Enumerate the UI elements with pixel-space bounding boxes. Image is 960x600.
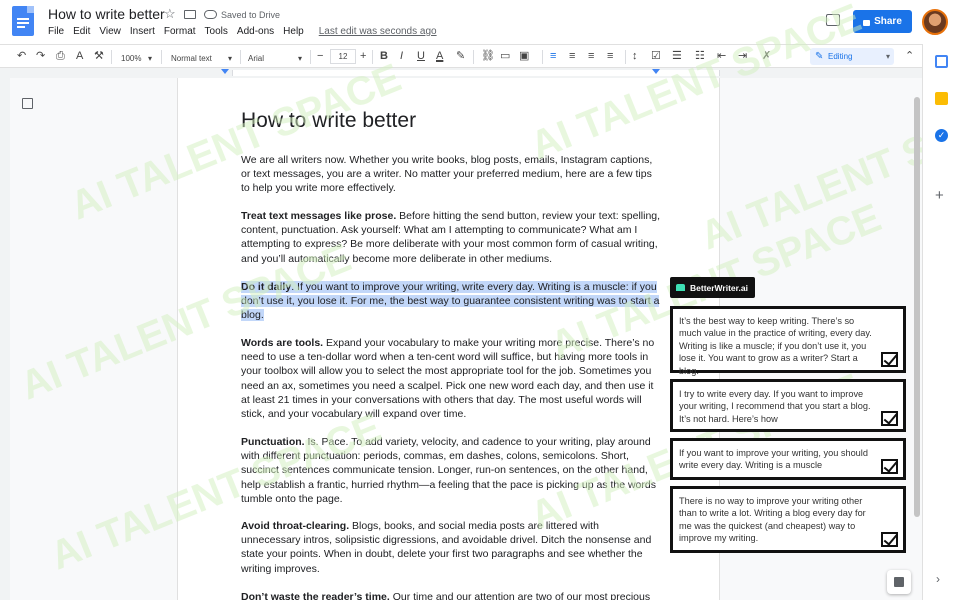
lock-icon <box>863 19 871 26</box>
suggestion-card[interactable]: If you want to improve your writing, you… <box>670 438 906 480</box>
page-title: How to write better <box>241 109 417 132</box>
increase-indent-icon[interactable]: ⇥ <box>738 50 747 63</box>
accept-suggestion-checkbox[interactable] <box>881 411 898 426</box>
menu-tools[interactable]: Tools <box>205 26 228 37</box>
menu-file[interactable]: File <box>48 26 64 37</box>
style-select[interactable]: Normal text <box>171 52 212 65</box>
line-spacing-icon[interactable]: ↕ <box>632 50 638 63</box>
insert-image-icon[interactable]: ▣ <box>519 50 529 63</box>
justify-icon[interactable]: ≡ <box>607 50 613 63</box>
vertical-ruler <box>0 78 10 600</box>
suggestion-text: There is no way to improve your writing … <box>679 496 866 544</box>
align-left-icon[interactable]: ≡ <box>550 50 556 63</box>
menu-help[interactable]: Help <box>283 26 304 37</box>
italic-icon[interactable]: I <box>400 50 403 63</box>
menu-format[interactable]: Format <box>164 26 196 37</box>
insert-comment-icon[interactable]: ▭ <box>500 50 510 63</box>
suggestion-card[interactable]: It’s the best way to keep writing. There… <box>670 306 906 376</box>
decrease-indent-icon[interactable]: ⇤ <box>717 50 726 63</box>
text-color-icon[interactable]: A <box>436 50 443 63</box>
underline-icon[interactable]: U <box>417 50 425 63</box>
suggestion-text: I try to write every day. If you want to… <box>679 389 871 424</box>
cloud-status-icon[interactable] <box>204 10 217 19</box>
suggestion-text: It’s the best way to keep writing. There… <box>679 316 872 376</box>
highlight-icon[interactable]: ✎ <box>456 50 465 63</box>
side-panel <box>922 44 960 600</box>
menu-bar: File Edit View Insert Format Tools Add-o… <box>48 26 446 37</box>
avatar[interactable] <box>922 9 948 35</box>
spellcheck-icon[interactable]: A <box>76 50 83 63</box>
comment-history-icon[interactable] <box>826 14 840 26</box>
accept-suggestion-checkbox[interactable] <box>881 459 898 474</box>
docs-logo-icon[interactable] <box>12 6 34 36</box>
paragraph-throat-clearing: Avoid throat-clearing. Blogs, books, and… <box>241 520 652 575</box>
saved-status: Saved to Drive <box>221 10 281 20</box>
editing-mode-select[interactable]: Editing <box>810 48 894 65</box>
link-icon[interactable]: ⛓ <box>481 50 495 63</box>
checklist-icon[interactable]: ☑ <box>651 50 661 63</box>
get-addons-icon[interactable]: + <box>935 187 944 204</box>
suggestion-card[interactable]: I try to write every day. If you want to… <box>670 379 906 432</box>
right-indent-marker[interactable] <box>652 69 660 74</box>
style-chevron-icon[interactable]: ▾ <box>228 52 232 65</box>
chevron-right-icon[interactable]: › <box>936 572 940 586</box>
paragraph-intro: We are all writers now. Whether you writ… <box>241 154 653 195</box>
font-select[interactable]: Arial <box>248 52 264 65</box>
increase-font-icon[interactable]: + <box>360 50 366 63</box>
menu-insert[interactable]: Insert <box>130 26 155 37</box>
star-icon[interactable]: ☆ <box>164 6 176 22</box>
paragraph-readers-time: Don’t waste the reader’s time. Our time … <box>241 591 651 600</box>
align-center-icon[interactable]: ≡ <box>569 50 575 63</box>
suggestion-card[interactable]: There is no way to improve your writing … <box>670 486 906 553</box>
explore-button[interactable] <box>887 570 911 594</box>
accept-suggestion-checkbox[interactable] <box>881 532 898 547</box>
document-title[interactable]: How to write better <box>48 6 165 22</box>
suggestion-text: If you want to improve your writing, you… <box>679 448 868 471</box>
numbered-list-icon[interactable]: ☷ <box>695 50 705 63</box>
paragraph-punctuation: Punctuation. Is. Pace. To add variety, v… <box>241 436 656 505</box>
font-chevron-icon[interactable]: ▾ <box>298 52 302 65</box>
collapse-toolbar-icon[interactable]: ⌃ <box>905 50 914 63</box>
title-bar: How to write better ☆ Saved to Drive Fil… <box>0 0 960 44</box>
ruler-page-area <box>232 70 720 76</box>
bullet-list-icon[interactable]: ☰ <box>672 50 682 63</box>
betterwriter-header: BetterWriter.ai <box>670 277 755 298</box>
undo-icon[interactable]: ↶ <box>17 50 26 63</box>
keep-icon[interactable] <box>935 92 948 105</box>
move-folder-icon[interactable] <box>184 10 196 19</box>
betterwriter-logo-icon <box>676 284 685 291</box>
zoom-chevron-icon[interactable]: ▾ <box>148 52 152 65</box>
betterwriter-title: BetterWriter.ai <box>690 282 748 293</box>
ruler <box>0 68 922 78</box>
print-icon[interactable]: ⎙ <box>56 50 65 63</box>
font-size-input[interactable]: 12 <box>330 49 356 64</box>
bold-icon[interactable]: B <box>380 50 388 63</box>
paragraph-do-it-daily: Do it daily. If you want to improve your… <box>241 281 660 322</box>
menu-edit[interactable]: Edit <box>73 26 90 37</box>
paint-format-icon[interactable]: ⚒ <box>94 50 104 63</box>
document-outline-icon[interactable] <box>22 98 33 109</box>
tasks-icon[interactable]: ✓ <box>935 129 948 142</box>
left-indent-marker[interactable] <box>221 69 229 74</box>
align-right-icon[interactable]: ≡ <box>588 50 594 63</box>
menu-view[interactable]: View <box>99 26 121 37</box>
accept-suggestion-checkbox[interactable] <box>881 352 898 367</box>
calendar-icon[interactable] <box>935 55 948 68</box>
last-edit-link[interactable]: Last edit was seconds ago <box>319 26 437 37</box>
scrollbar-thumb[interactable] <box>914 97 920 517</box>
share-button[interactable]: Share <box>853 10 912 33</box>
redo-icon[interactable]: ↷ <box>36 50 45 63</box>
menu-addons[interactable]: Add-ons <box>237 26 274 37</box>
zoom-select[interactable]: 100% <box>121 52 141 65</box>
paragraph-text-messages: Treat text messages like prose. Before h… <box>241 210 661 265</box>
share-label: Share <box>874 16 902 27</box>
document-page[interactable]: How to write better We are all writers n… <box>177 78 720 600</box>
decrease-font-icon[interactable]: − <box>317 50 323 63</box>
paragraph-words-are-tools: Words are tools. Expand your vocabulary … <box>241 337 655 421</box>
clear-format-icon[interactable]: ✗ <box>762 50 771 63</box>
toolbar: ↶ ↷ ⎙ A ⚒ 100% ▾ Normal text ▾ Arial ▾ −… <box>0 44 922 68</box>
